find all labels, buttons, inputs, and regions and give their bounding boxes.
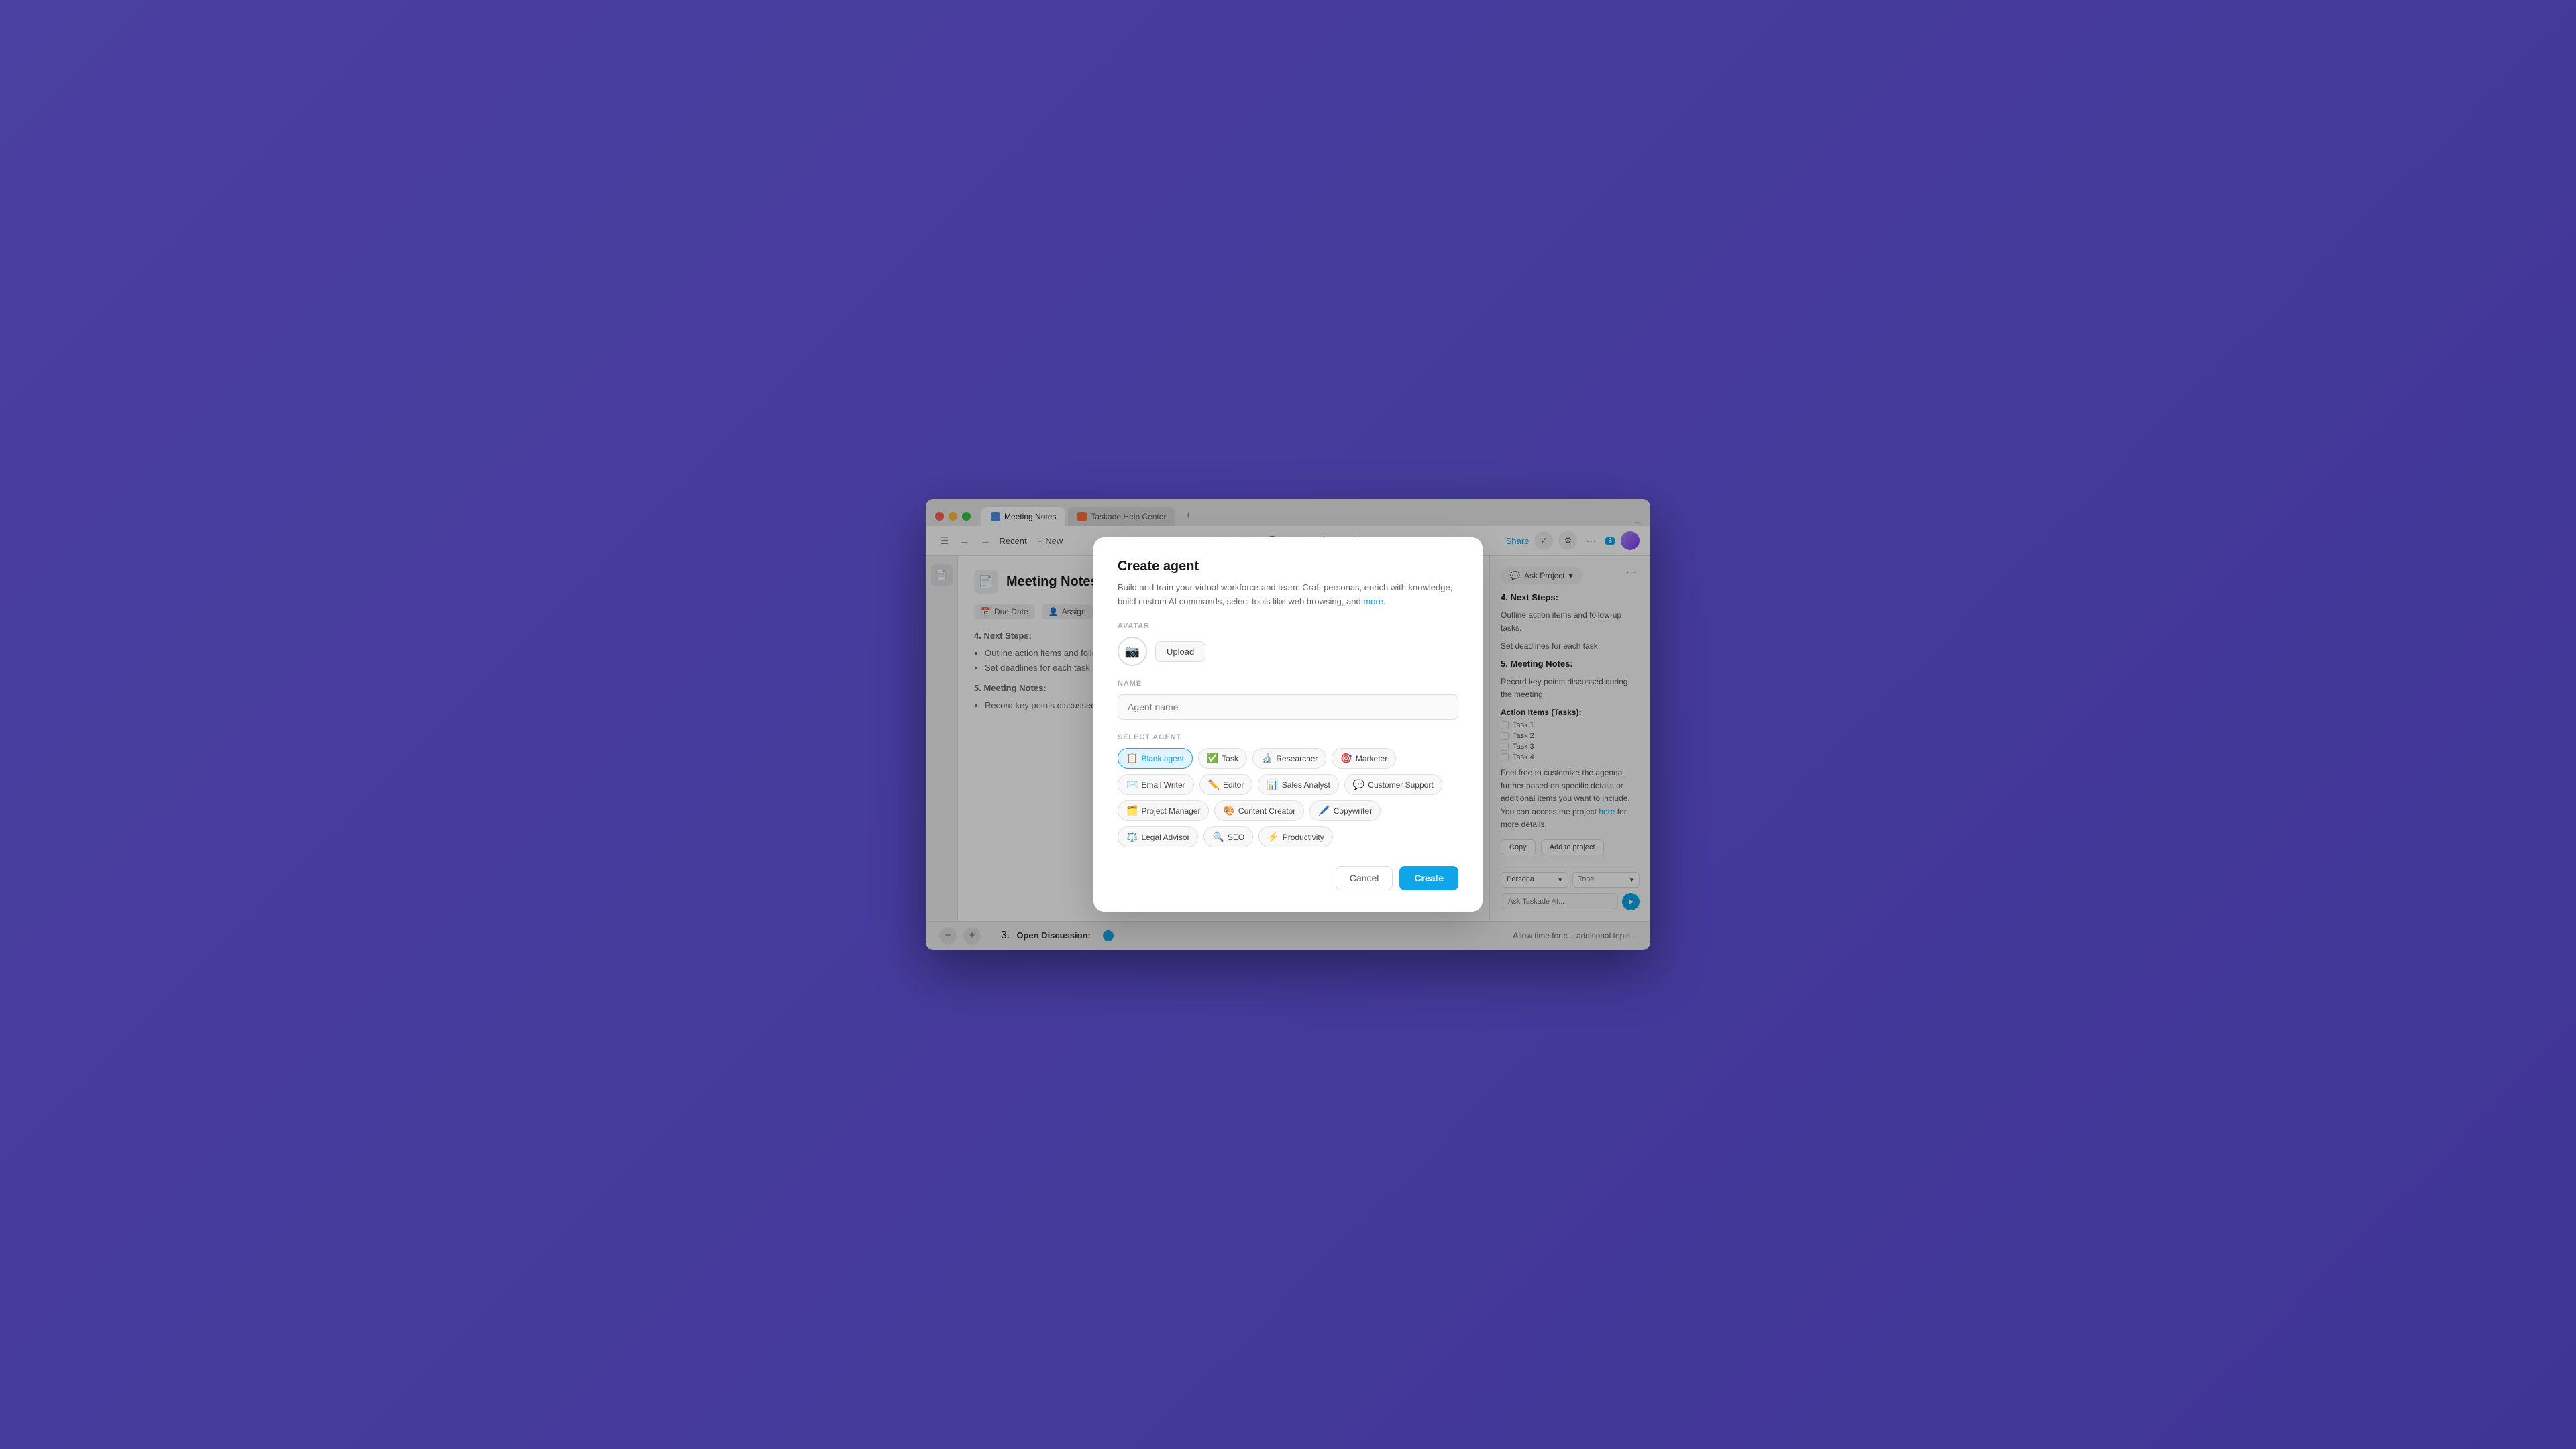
modal-title: Create agent: [1118, 559, 1458, 574]
agent-icon-sales-analyst: 📊: [1267, 779, 1278, 790]
cancel-button[interactable]: Cancel: [1336, 866, 1393, 890]
avatar-section-label: AVATAR: [1118, 622, 1458, 630]
agent-chip-marketer[interactable]: 🎯 Marketer: [1332, 748, 1396, 769]
agent-chip-customer-support[interactable]: 💬 Customer Support: [1344, 774, 1442, 795]
avatar-upload-circle[interactable]: 📷: [1118, 637, 1147, 666]
agent-icon-blank: 📋: [1126, 753, 1138, 764]
agent-icon-researcher: 🔬: [1261, 753, 1273, 764]
agent-icon-editor: ✏️: [1208, 779, 1220, 790]
agent-label-editor: Editor: [1223, 780, 1244, 790]
agent-chip-blank[interactable]: 📋Blank agent: [1118, 748, 1193, 769]
agent-chip-email-writer[interactable]: ✉️Email Writer: [1118, 774, 1194, 795]
agent-name-input[interactable]: [1118, 694, 1458, 720]
create-agent-modal: Create agent Build and train your virtua…: [1093, 537, 1483, 912]
agent-label-customer-support: Customer Support: [1368, 780, 1433, 790]
agent-chip-task[interactable]: ✅ Task: [1198, 748, 1247, 769]
agent-icon-productivity: ⚡: [1267, 831, 1279, 843]
agent-chip-productivity[interactable]: ⚡ Productivity: [1258, 826, 1332, 847]
modal-footer: Cancel Create: [1118, 866, 1458, 890]
agent-icon-seo: 🔍: [1212, 831, 1224, 843]
create-button[interactable]: Create: [1399, 866, 1458, 890]
modal-more-link[interactable]: more.: [1363, 596, 1385, 606]
agent-label-legal-advisor: Legal Advisor: [1141, 833, 1189, 842]
agent-grid: 📋Blank agent✅Task🔬Researcher🎯Marketer✉️E…: [1118, 748, 1458, 847]
agent-label-task: Task: [1222, 754, 1238, 763]
agent-chip-project-manager[interactable]: 🗂️Project Manager: [1118, 800, 1209, 821]
agent-chip-seo[interactable]: 🔍 SEO: [1203, 826, 1253, 847]
agent-chip-sales-analyst[interactable]: 📊 Sales Analyst: [1258, 774, 1338, 795]
agent-chip-researcher[interactable]: 🔬Researcher: [1252, 748, 1326, 769]
select-agent-section-label: SELECT AGENT: [1118, 733, 1458, 741]
agent-icon-content-creator: 🎨: [1223, 805, 1234, 816]
agent-label-researcher: Researcher: [1276, 754, 1318, 763]
agent-icon-project-manager: 🗂️: [1126, 805, 1138, 816]
agent-label-email-writer: Email Writer: [1141, 780, 1185, 790]
upload-button[interactable]: Upload: [1155, 641, 1205, 662]
agent-label-productivity: Productivity: [1283, 833, 1324, 842]
modal-desc-text: Build and train your virtual workforce a…: [1118, 582, 1452, 606]
modal-description: Build and train your virtual workforce a…: [1118, 581, 1458, 609]
agent-chip-legal-advisor[interactable]: ⚖️Legal Advisor: [1118, 826, 1198, 847]
agent-icon-marketer: 🎯: [1340, 753, 1352, 764]
agent-label-copywriter: Copywriter: [1334, 806, 1372, 816]
agent-icon-legal-advisor: ⚖️: [1126, 831, 1138, 843]
agent-label-content-creator: Content Creator: [1238, 806, 1295, 816]
agent-label-marketer: Marketer: [1356, 754, 1387, 763]
agent-label-seo: SEO: [1228, 833, 1244, 842]
agent-chip-editor[interactable]: ✏️Editor: [1199, 774, 1253, 795]
camera-icon: 📷: [1125, 645, 1140, 659]
avatar-row: 📷 Upload: [1118, 637, 1458, 666]
agent-chip-copywriter[interactable]: 🖊️ Copywriter: [1309, 800, 1381, 821]
agent-label-blank: Blank agent: [1141, 754, 1183, 763]
agent-chip-content-creator[interactable]: 🎨 Content Creator: [1214, 800, 1304, 821]
agent-icon-email-writer: ✉️: [1126, 779, 1138, 790]
agent-icon-task: ✅: [1207, 753, 1218, 764]
agent-icon-copywriter: 🖊️: [1318, 805, 1330, 816]
name-section-label: NAME: [1118, 680, 1458, 688]
agent-label-sales-analyst: Sales Analyst: [1282, 780, 1330, 790]
modal-overlay[interactable]: Create agent Build and train your virtua…: [0, 0, 2576, 1449]
agent-label-project-manager: Project Manager: [1141, 806, 1200, 816]
agent-icon-customer-support: 💬: [1353, 779, 1364, 790]
